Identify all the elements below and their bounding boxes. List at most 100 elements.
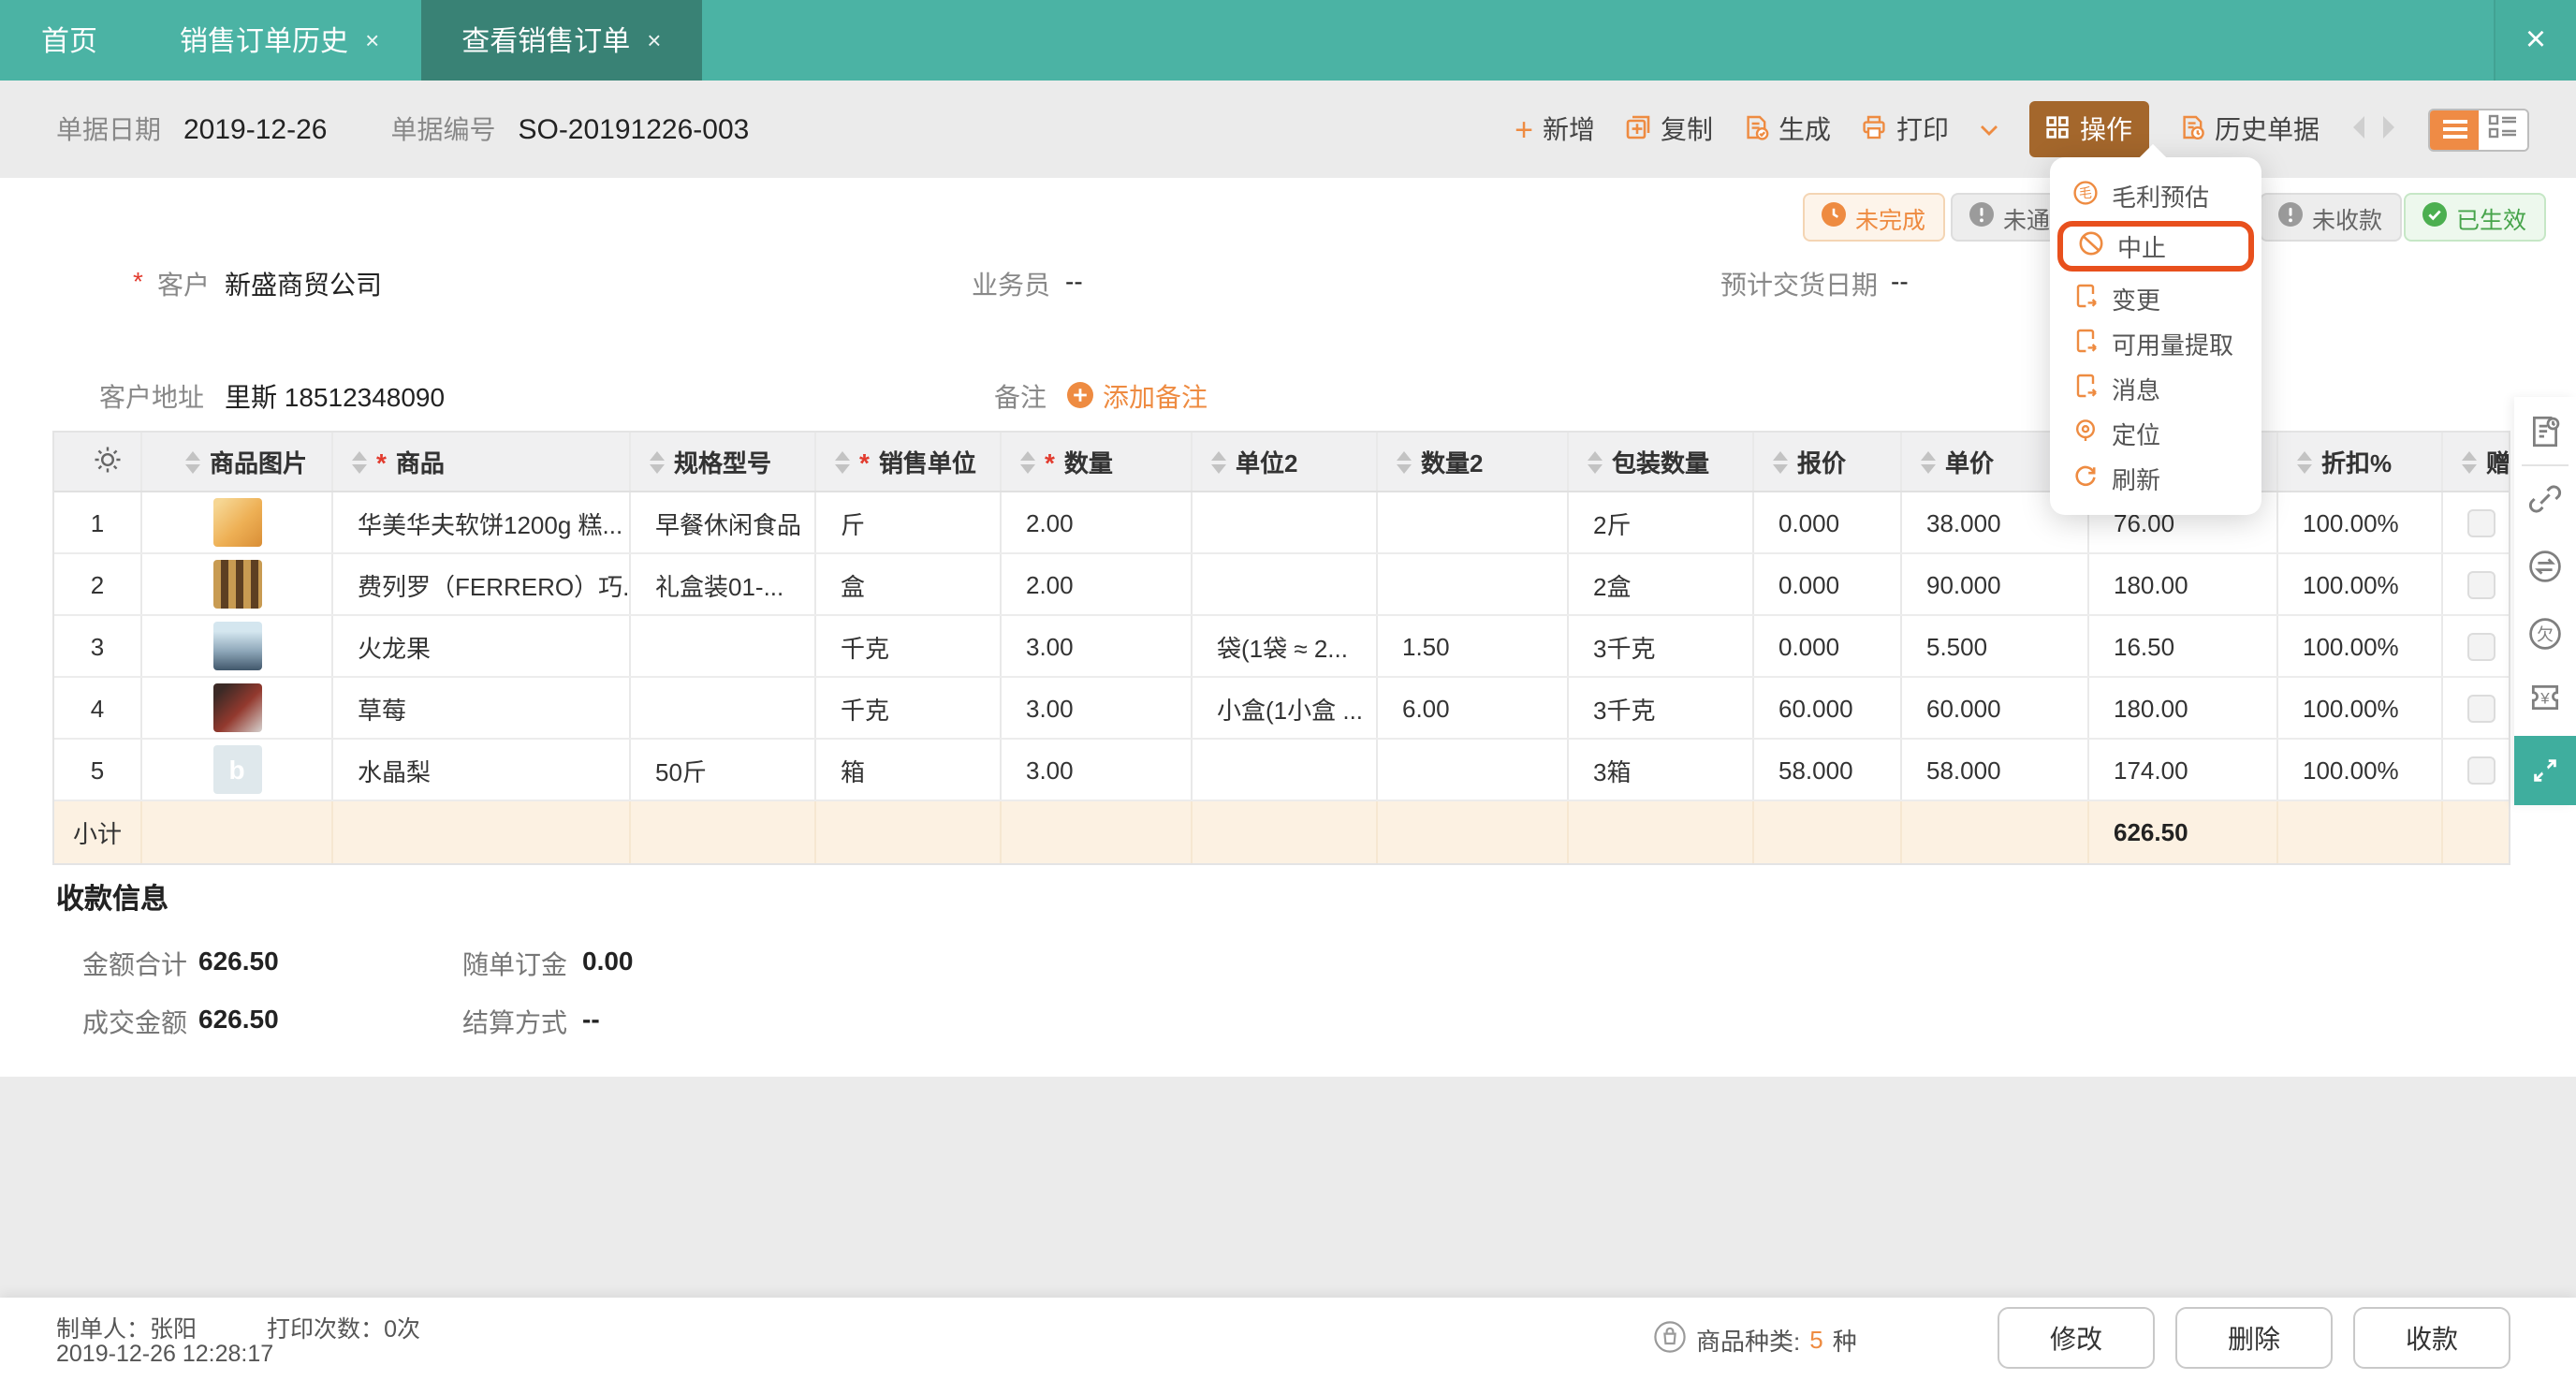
cell-qty2	[1378, 492, 1569, 552]
category-label: 商品种类:	[1696, 1327, 1801, 1355]
menu-item-label: 消息	[2112, 375, 2161, 404]
cell-amount: 16.50	[2089, 616, 2278, 676]
copy-label: 复制	[1661, 114, 1713, 144]
money-ticket-icon[interactable]: ¥	[2514, 680, 2576, 715]
salesman-value: --	[1065, 266, 1083, 296]
detail-view-button[interactable]	[2479, 110, 2527, 149]
column-header-qty[interactable]: * 数量	[1002, 433, 1193, 491]
history-label: 历史单据	[2215, 114, 2320, 144]
cell-product: 草莓	[333, 678, 631, 738]
column-label: 数量	[1063, 449, 1113, 477]
menu-item-abort[interactable]: 中止	[2057, 221, 2254, 272]
delivery-date-value: --	[1891, 266, 1909, 296]
column-header-product[interactable]: * 商品	[333, 433, 631, 491]
menu-item-message[interactable]: 消息	[2050, 365, 2261, 410]
receive-payment-button[interactable]: 收款	[2353, 1307, 2510, 1369]
list-view-icon	[2442, 127, 2466, 131]
prev-arrow-icon[interactable]	[2349, 113, 2366, 145]
category-count: 5	[1809, 1325, 1823, 1353]
expand-icon[interactable]	[2514, 736, 2576, 805]
modify-button[interactable]: 修改	[1998, 1307, 2155, 1369]
gift-checkbox[interactable]	[2467, 756, 2496, 784]
status-badge-unpaid: 未收款	[2260, 193, 2402, 242]
customer-address-value: 里斯 18512348090	[225, 382, 446, 412]
list-view-button[interactable]	[2430, 110, 2479, 149]
column-settings[interactable]	[54, 433, 142, 491]
next-arrow-icon[interactable]	[2381, 113, 2398, 145]
customer-value: 新盛商贸公司	[225, 270, 382, 300]
menu-item-label: 毛利预估	[2112, 183, 2210, 211]
column-header-discount[interactable]: 折扣%	[2278, 433, 2443, 491]
column-header-gift[interactable]: 赠品	[2443, 433, 2509, 491]
delivery-date-label: 预计交货日期	[1720, 270, 1878, 300]
action-button[interactable]: 操作	[2029, 101, 2149, 157]
product-image[interactable]	[212, 683, 261, 732]
required-asterisk: *	[376, 447, 387, 477]
generate-button[interactable]: 生成	[1743, 110, 1831, 148]
prohibit-icon	[2078, 230, 2104, 262]
menu-item-profit-estimate[interactable]: 毛 毛利预估	[2050, 172, 2261, 217]
column-header-unit[interactable]: * 销售单位	[816, 433, 1002, 491]
creator-label: 制单人：	[56, 1316, 151, 1343]
sort-icon	[1588, 450, 1603, 473]
gift-checkbox[interactable]	[2467, 570, 2496, 598]
product-image[interactable]	[212, 560, 261, 609]
cell-amount: 180.00	[2089, 678, 2278, 738]
view-toggle	[2428, 108, 2529, 151]
cell-pack-qty: 3箱	[1569, 740, 1754, 800]
tab-view-sales-order[interactable]: 查看销售订单 ×	[420, 0, 703, 81]
sort-icon	[1773, 450, 1788, 473]
cell-quote: 0.000	[1754, 616, 1902, 676]
menu-item-change[interactable]: 变更	[2050, 275, 2261, 320]
doc-history-icon[interactable]	[2514, 414, 2576, 449]
column-header-qty2[interactable]: 数量2	[1378, 433, 1569, 491]
check-icon	[2422, 202, 2447, 232]
column-label: 商品图片	[209, 449, 307, 477]
copy-button[interactable]: 复制	[1625, 110, 1713, 148]
menu-item-refresh[interactable]: 刷新	[2050, 455, 2261, 500]
product-image[interactable]	[212, 622, 261, 670]
history-docs-button[interactable]: 历史单据	[2179, 110, 2320, 148]
cell-qty2: 1.50	[1378, 616, 1569, 676]
gift-checkbox[interactable]	[2467, 508, 2496, 536]
exchange-icon[interactable]	[2514, 549, 2576, 584]
product-image[interactable]	[212, 498, 261, 547]
sort-icon	[650, 450, 665, 473]
row-index: 5	[54, 740, 142, 800]
gift-checkbox[interactable]	[2467, 694, 2496, 722]
menu-item-available-extract[interactable]: 可用量提取	[2050, 320, 2261, 365]
product-image[interactable]: b	[212, 745, 261, 794]
owe-icon[interactable]: 欠	[2514, 616, 2576, 652]
gift-checkbox[interactable]	[2467, 632, 2496, 660]
svg-text:毛: 毛	[2079, 184, 2092, 199]
window-close-icon[interactable]: ×	[2494, 0, 2576, 81]
column-header-unit2[interactable]: 单位2	[1193, 433, 1378, 491]
print-dropdown-chevron-icon[interactable]	[1979, 114, 1999, 144]
tab-home[interactable]: 首页	[0, 0, 139, 81]
add-remark-button[interactable]: 添加备注	[1067, 378, 1208, 416]
cell-price: 58.000	[1902, 740, 2089, 800]
customer-label: 客户	[157, 270, 210, 300]
add-button[interactable]: + 新增	[1515, 110, 1595, 148]
cell-unit2: 小盒(1小盒 ...	[1193, 678, 1378, 738]
column-header-pack-qty[interactable]: 包装数量	[1569, 433, 1754, 491]
print-button[interactable]: 打印	[1861, 110, 1949, 148]
tab-sales-order-history[interactable]: 销售订单历史 ×	[139, 0, 420, 81]
tab-close-icon[interactable]: ×	[365, 26, 379, 54]
column-header-quote[interactable]: 报价	[1754, 433, 1902, 491]
menu-item-locate[interactable]: 定位	[2050, 410, 2261, 455]
cell-discount: 100.00%	[2278, 492, 2443, 552]
link-icon[interactable]	[2514, 481, 2576, 517]
subtotal-amount: 626.50	[2089, 801, 2278, 863]
subtotal-row: 小计 626.50	[54, 801, 2509, 863]
column-header-image[interactable]: 商品图片	[142, 433, 333, 491]
column-header-spec[interactable]: 规格型号	[631, 433, 816, 491]
add-remark-plus-icon	[1067, 381, 1093, 413]
menu-item-label: 变更	[2112, 286, 2161, 314]
cell-spec	[631, 678, 816, 738]
delete-button[interactable]: 删除	[2175, 1307, 2333, 1369]
tab-close-icon[interactable]: ×	[647, 26, 661, 54]
cell-discount: 100.00%	[2278, 740, 2443, 800]
row-index: 2	[54, 554, 142, 614]
table-row: 5 b 水晶梨 50斤 箱 3.00 3箱 58.000 58.000 174.…	[54, 740, 2509, 801]
